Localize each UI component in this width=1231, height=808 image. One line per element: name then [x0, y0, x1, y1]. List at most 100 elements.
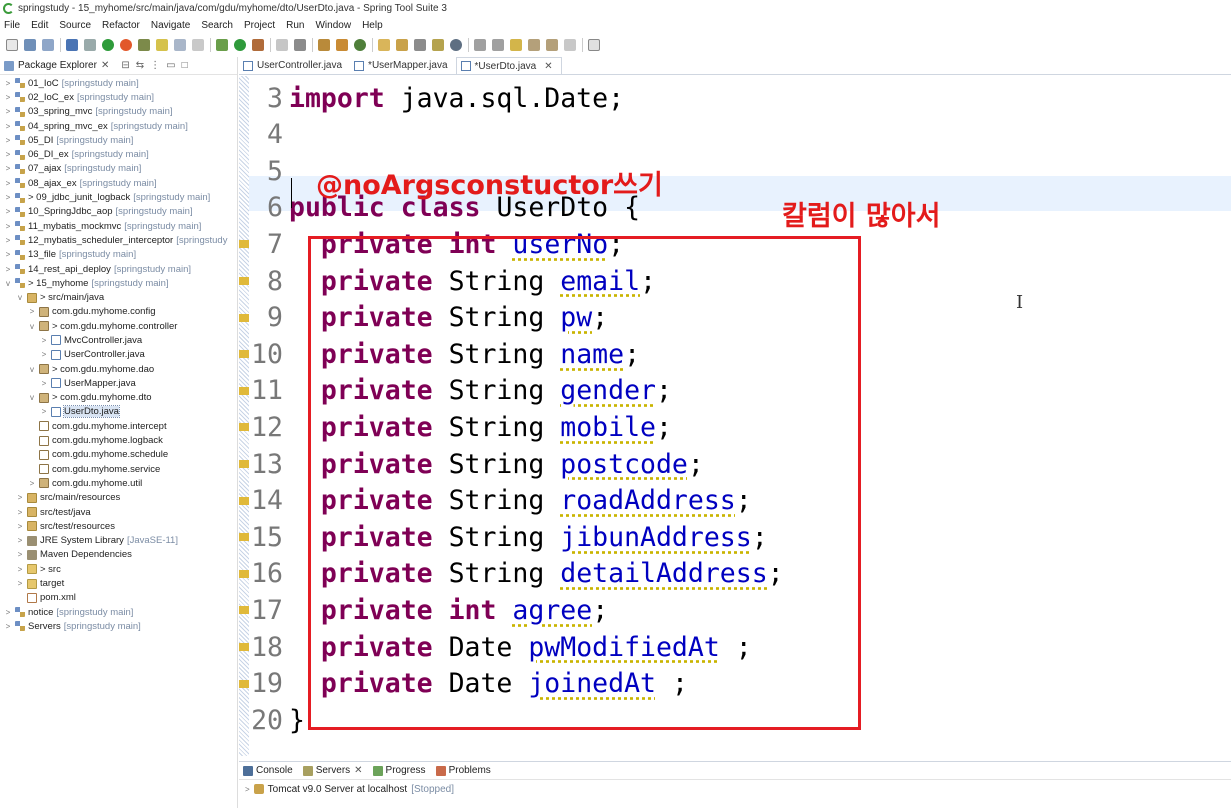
tree-item[interactable]: com.gdu.myhome.logback — [0, 433, 237, 447]
chevron-right-icon[interactable]: > — [27, 307, 37, 316]
chevron-right-icon[interactable]: > — [3, 122, 13, 131]
new-class-icon[interactable] — [354, 39, 366, 51]
tree-item[interactable]: > > 09_jdbc_junit_logback [springstudy mai… — [0, 190, 237, 204]
debug-icon[interactable] — [102, 39, 114, 51]
menu-refactor[interactable]: Refactor — [102, 20, 140, 31]
tree-item[interactable]: v > com.gdu.myhome.controller — [0, 319, 237, 333]
pin-icon[interactable] — [138, 39, 150, 51]
warning-marker-icon[interactable] — [239, 569, 249, 578]
chevron-right-icon[interactable]: > — [27, 479, 37, 488]
chevron-right-icon[interactable]: > — [15, 536, 25, 545]
chevron-right-icon[interactable]: > — [3, 164, 13, 173]
chevron-right-icon[interactable]: > — [3, 236, 13, 245]
warning-marker-icon[interactable] — [239, 277, 249, 285]
menu-source[interactable]: Source — [59, 20, 91, 31]
warning-marker-icon[interactable] — [239, 606, 249, 615]
run-icon[interactable] — [234, 39, 246, 51]
external-tools-icon[interactable] — [252, 39, 264, 51]
chevron-right-icon[interactable]: > — [3, 622, 13, 631]
tree-item[interactable]: >10_SpringJdbc_aop [springstudy main] — [0, 205, 237, 219]
next-annotation-icon[interactable] — [474, 39, 486, 51]
chevron-down-icon[interactable]: v — [27, 322, 37, 331]
warning-marker-icon[interactable] — [239, 350, 249, 359]
chevron-down-icon[interactable]: v — [15, 293, 25, 302]
new-package-icon[interactable] — [336, 39, 348, 51]
tree-item[interactable]: >12_mybatis_scheduler_interceptor [spring… — [0, 233, 237, 247]
tree-item[interactable]: > > src — [0, 562, 237, 576]
chevron-right-icon[interactable]: > — [39, 379, 49, 388]
tab-console[interactable]: Console — [243, 765, 293, 776]
chevron-right-icon[interactable]: > — [3, 250, 13, 259]
tree-item[interactable]: > JRE System Library [JavaSE-11] — [0, 534, 237, 548]
tree-item[interactable]: > src/test/resources — [0, 519, 237, 533]
tab-problems[interactable]: Problems — [435, 765, 491, 776]
tree-item[interactable]: com.gdu.myhome.intercept — [0, 419, 237, 433]
tree-item[interactable]: >14_rest_api_deploy [springstudy main] — [0, 262, 237, 276]
chevron-down-icon[interactable]: v — [3, 279, 13, 288]
warning-marker-icon[interactable] — [239, 496, 249, 505]
collapse-all-icon[interactable]: ⊟ — [121, 60, 129, 71]
new-java-project-icon[interactable] — [318, 39, 330, 51]
warning-marker-icon[interactable] — [239, 386, 249, 395]
chevron-right-icon[interactable]: > — [39, 407, 49, 416]
editor-tab[interactable]: UserController.java — [239, 57, 350, 74]
chevron-right-icon[interactable]: > — [15, 493, 25, 502]
maximize-icon[interactable]: □ — [182, 60, 188, 71]
search-icon[interactable] — [414, 39, 426, 51]
highlight-icon[interactable] — [156, 39, 168, 51]
close-icon[interactable]: ✕ — [101, 60, 109, 71]
tree-item[interactable]: > com.gdu.myhome.config — [0, 305, 237, 319]
skip-breakpoints-icon[interactable] — [84, 39, 96, 51]
tab-progress[interactable]: Progress — [372, 765, 426, 776]
chevron-right-icon[interactable]: > — [3, 179, 13, 188]
tree-item[interactable]: > com.gdu.myhome.util — [0, 476, 237, 490]
server-publish-icon[interactable] — [294, 39, 306, 51]
forward-icon[interactable] — [546, 39, 558, 51]
tree-item[interactable]: pom.xml — [0, 591, 237, 605]
link-editor-icon[interactable]: ⇆ — [136, 60, 144, 71]
chevron-right-icon[interactable]: > — [39, 336, 49, 345]
tree-item[interactable]: >01_IoC [springstudy main] — [0, 76, 237, 90]
back-icon[interactable] — [528, 39, 540, 51]
chevron-right-icon[interactable]: > — [39, 350, 49, 359]
server-row-tomcat[interactable]: > Tomcat v9.0 Server at localhost [Stopp… — [239, 780, 1231, 798]
tree-item[interactable]: > UserMapper.java — [0, 376, 237, 390]
close-icon[interactable]: ✕ — [544, 61, 552, 72]
menu-run[interactable]: Run — [286, 20, 304, 31]
tree-item[interactable]: >07_ajax [springstudy main] — [0, 162, 237, 176]
terminal-icon[interactable] — [66, 39, 78, 51]
tree-item[interactable]: v > com.gdu.myhome.dao — [0, 362, 237, 376]
tree-item[interactable]: >03_spring_mvc [springstudy main] — [0, 105, 237, 119]
warning-marker-icon[interactable] — [239, 643, 249, 651]
warning-marker-icon[interactable] — [239, 313, 249, 322]
tree-item[interactable]: v > com.gdu.myhome.dto — [0, 391, 237, 405]
warning-marker-icon[interactable] — [239, 533, 249, 542]
menu-help[interactable]: Help — [362, 20, 383, 31]
tree-item[interactable]: > src/test/java — [0, 505, 237, 519]
menu-file[interactable]: File — [4, 20, 20, 31]
block-selection-icon[interactable] — [174, 39, 186, 51]
chevron-right-icon[interactable]: > — [3, 265, 13, 274]
open-resource-icon[interactable] — [432, 39, 444, 51]
menu-navigate[interactable]: Navigate — [151, 20, 190, 31]
tree-item[interactable]: > MvcController.java — [0, 333, 237, 347]
tree-item[interactable]: >06_DI_ex [springstudy main] — [0, 147, 237, 161]
editor-tab[interactable]: *UserMapper.java — [350, 57, 455, 74]
open-type-icon[interactable] — [378, 39, 390, 51]
tab-servers[interactable]: Servers ✕ — [302, 765, 363, 776]
save-icon[interactable] — [24, 39, 36, 51]
save-all-icon[interactable] — [42, 39, 54, 51]
chevron-right-icon[interactable]: > — [15, 550, 25, 559]
chevron-right-icon[interactable]: > — [3, 93, 13, 102]
warning-marker-icon[interactable] — [239, 240, 249, 249]
chevron-right-icon[interactable]: > — [3, 136, 13, 145]
chevron-down-icon[interactable]: v — [27, 393, 37, 402]
server-stop-icon[interactable] — [276, 39, 288, 51]
warning-marker-icon[interactable] — [239, 460, 249, 468]
tree-item[interactable]: > Maven Dependencies — [0, 548, 237, 562]
last-edit-location-icon[interactable] — [510, 39, 522, 51]
show-whitespace-icon[interactable] — [192, 39, 204, 51]
chevron-down-icon[interactable]: v — [27, 365, 37, 374]
view-menu-icon[interactable]: ⋮ — [150, 60, 160, 71]
warning-marker-icon[interactable] — [239, 679, 249, 688]
